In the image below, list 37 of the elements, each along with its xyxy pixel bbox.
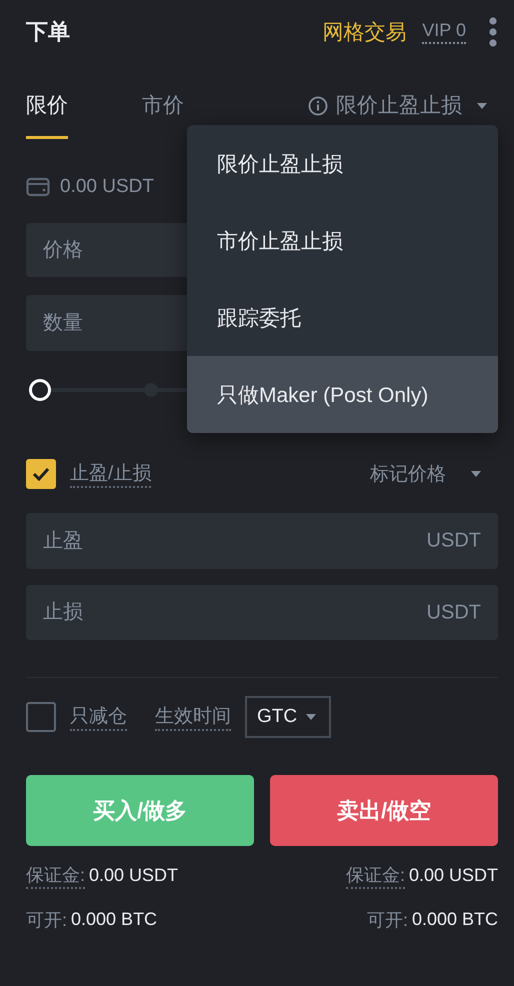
tab[interactable]: 限价 <box>26 84 68 139</box>
more-icon[interactable] <box>488 17 498 47</box>
time-in-force-label: 生效时间 <box>155 703 231 731</box>
margin-label: 保证金: <box>346 862 405 888</box>
available-balance: 0.00 USDT <box>60 176 154 198</box>
vip-level[interactable]: VIP 0 <box>422 20 466 44</box>
caret-icon <box>470 470 482 478</box>
grid-trading-link[interactable]: 网格交易 <box>322 18 406 46</box>
caret-icon <box>476 102 488 110</box>
menu-item[interactable]: 限价止盈止损 <box>187 125 498 202</box>
wallet-icon <box>26 177 50 197</box>
tab[interactable]: 市价 <box>142 84 184 139</box>
info-icon <box>308 96 328 116</box>
sell-short-button[interactable]: 卖出/做空 <box>270 775 498 846</box>
margin-value: 0.00 USDT <box>89 865 178 886</box>
menu-item[interactable]: 只做Maker (Post Only) <box>187 356 498 433</box>
checkbox[interactable] <box>26 702 56 732</box>
caret-icon <box>305 713 317 721</box>
unit-label: USDT <box>426 601 481 624</box>
max-open-label: 可开: <box>26 908 68 932</box>
order-type-dropdown[interactable]: 限价止盈止损 <box>308 84 488 121</box>
check-icon <box>32 467 50 481</box>
time-in-force-select[interactable]: GTC <box>245 696 331 738</box>
slider-thumb[interactable] <box>29 379 51 401</box>
max-open-label: 可开: <box>366 908 408 932</box>
checkbox[interactable] <box>26 459 56 489</box>
price-type-label[interactable]: 标记价格 <box>370 461 446 487</box>
margin-value: 0.00 USDT <box>408 865 498 886</box>
margin-label: 保证金: <box>26 862 86 888</box>
panel-title: 下单 <box>26 18 71 46</box>
menu-item[interactable]: 跟踪委托 <box>187 279 498 356</box>
max-open-value: 0.000 BTC <box>412 909 498 930</box>
reduce-only-label: 只减仓 <box>70 703 127 731</box>
tp-sl-label: 止盈/止损 <box>70 460 152 488</box>
max-open-value: 0.000 BTC <box>71 909 158 930</box>
unit-label: USDT <box>426 530 481 552</box>
menu-item[interactable]: 市价止盈止损 <box>187 202 498 279</box>
